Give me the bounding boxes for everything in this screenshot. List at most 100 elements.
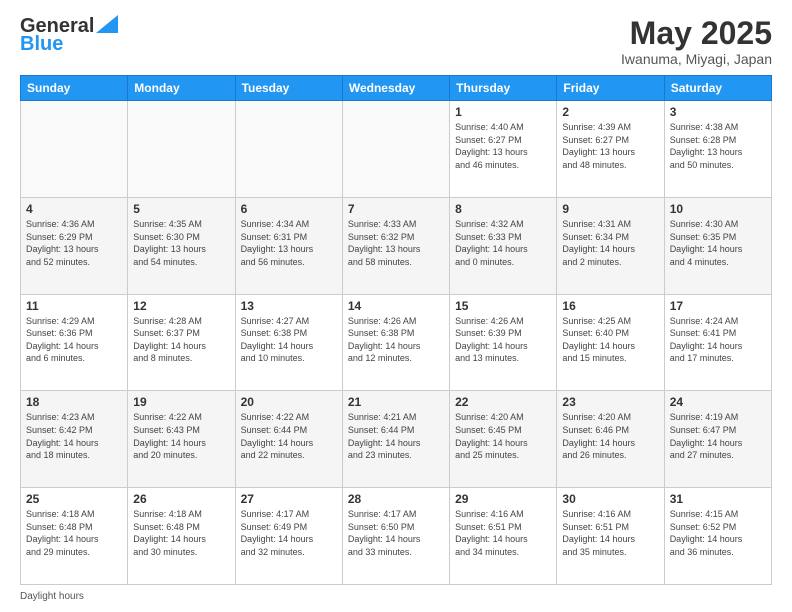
day-info: Sunrise: 4:25 AM Sunset: 6:40 PM Dayligh… (562, 315, 658, 365)
col-header-thursday: Thursday (450, 76, 557, 101)
day-info: Sunrise: 4:29 AM Sunset: 6:36 PM Dayligh… (26, 315, 122, 365)
day-info: Sunrise: 4:18 AM Sunset: 6:48 PM Dayligh… (133, 508, 229, 558)
day-cell: 22 Sunrise: 4:20 AM Sunset: 6:45 PM Dayli… (450, 391, 557, 488)
day-cell (342, 101, 449, 198)
day-info: Sunrise: 4:40 AM Sunset: 6:27 PM Dayligh… (455, 121, 551, 171)
day-cell: 17Sunrise: 4:24 AM Sunset: 6:41 PM Dayli… (664, 294, 771, 391)
day-info: Sunrise: 4:38 AM Sunset: 6:28 PM Dayligh… (670, 121, 766, 171)
day-info: Sunrise: 4:30 AM Sunset: 6:35 PM Dayligh… (670, 218, 766, 268)
day-info: Sunrise: 4:16 AM Sunset: 6:51 PM Dayligh… (562, 508, 658, 558)
day-cell (128, 101, 235, 198)
day-cell: 16Sunrise: 4:25 AM Sunset: 6:40 PM Dayli… (557, 294, 664, 391)
day-info: Sunrise: 4:26 AM Sunset: 6:38 PM Dayligh… (348, 315, 444, 365)
header-row: SundayMondayTuesdayWednesdayThursdayFrid… (21, 76, 772, 101)
day-number: 22 (455, 395, 551, 409)
col-header-saturday: Saturday (664, 76, 771, 101)
day-cell: 10Sunrise: 4:30 AM Sunset: 6:35 PM Dayli… (664, 197, 771, 294)
calendar-header: SundayMondayTuesdayWednesdayThursdayFrid… (21, 76, 772, 101)
day-cell: 30 Sunrise: 4:16 AM Sunset: 6:51 PM Dayli… (557, 488, 664, 585)
day-cell: 12 Sunrise: 4:28 AM Sunset: 6:37 PM Dayli… (128, 294, 235, 391)
day-number: 15 (455, 299, 551, 313)
day-number: 31 (670, 492, 766, 506)
logo-blue: Blue (20, 34, 63, 54)
day-cell: 9 Sunrise: 4:31 AM Sunset: 6:34 PM Daylig… (557, 197, 664, 294)
day-info: Sunrise: 4:17 AM Sunset: 6:49 PM Dayligh… (241, 508, 337, 558)
day-info: Sunrise: 4:36 AM Sunset: 6:29 PM Dayligh… (26, 218, 122, 268)
day-cell: 29 Sunrise: 4:16 AM Sunset: 6:51 PM Dayli… (450, 488, 557, 585)
day-cell: 20 Sunrise: 4:22 AM Sunset: 6:44 PM Dayli… (235, 391, 342, 488)
day-cell: 1 Sunrise: 4:40 AM Sunset: 6:27 PM Daylig… (450, 101, 557, 198)
day-number: 11 (26, 299, 122, 313)
day-cell: 3Sunrise: 4:38 AM Sunset: 6:28 PM Daylig… (664, 101, 771, 198)
day-number: 23 (562, 395, 658, 409)
day-number: 1 (455, 105, 551, 119)
day-cell: 15 Sunrise: 4:26 AM Sunset: 6:39 PM Dayli… (450, 294, 557, 391)
day-number: 19 (133, 395, 229, 409)
col-header-friday: Friday (557, 76, 664, 101)
day-number: 5 (133, 202, 229, 216)
page: General Blue May 2025 Iwanuma, Miyagi, J… (0, 0, 792, 612)
day-cell: 27 Sunrise: 4:17 AM Sunset: 6:49 PM Dayli… (235, 488, 342, 585)
col-header-tuesday: Tuesday (235, 76, 342, 101)
day-number: 25 (26, 492, 122, 506)
day-number: 14 (348, 299, 444, 313)
day-info: Sunrise: 4:22 AM Sunset: 6:44 PM Dayligh… (241, 411, 337, 461)
day-number: 24 (670, 395, 766, 409)
day-number: 21 (348, 395, 444, 409)
day-cell: 28 Sunrise: 4:17 AM Sunset: 6:50 PM Dayli… (342, 488, 449, 585)
day-cell (235, 101, 342, 198)
day-info: Sunrise: 4:26 AM Sunset: 6:39 PM Dayligh… (455, 315, 551, 365)
day-number: 7 (348, 202, 444, 216)
logo-icon (96, 15, 118, 33)
day-info: Sunrise: 4:32 AM Sunset: 6:33 PM Dayligh… (455, 218, 551, 268)
week-row-2: 4 Sunrise: 4:36 AM Sunset: 6:29 PM Daylig… (21, 197, 772, 294)
day-info: Sunrise: 4:28 AM Sunset: 6:37 PM Dayligh… (133, 315, 229, 365)
day-info: Sunrise: 4:17 AM Sunset: 6:50 PM Dayligh… (348, 508, 444, 558)
day-number: 27 (241, 492, 337, 506)
day-cell: 31 Sunrise: 4:15 AM Sunset: 6:52 PM Dayli… (664, 488, 771, 585)
day-cell: 6Sunrise: 4:34 AM Sunset: 6:31 PM Daylig… (235, 197, 342, 294)
day-info: Sunrise: 4:22 AM Sunset: 6:43 PM Dayligh… (133, 411, 229, 461)
day-number: 12 (133, 299, 229, 313)
week-row-5: 25 Sunrise: 4:18 AM Sunset: 6:48 PM Dayli… (21, 488, 772, 585)
day-cell: 21 Sunrise: 4:21 AM Sunset: 6:44 PM Dayli… (342, 391, 449, 488)
title-section: May 2025 Iwanuma, Miyagi, Japan (621, 16, 772, 67)
col-header-wednesday: Wednesday (342, 76, 449, 101)
day-number: 13 (241, 299, 337, 313)
day-info: Sunrise: 4:35 AM Sunset: 6:30 PM Dayligh… (133, 218, 229, 268)
day-number: 2 (562, 105, 658, 119)
day-info: Sunrise: 4:20 AM Sunset: 6:45 PM Dayligh… (455, 411, 551, 461)
day-info: Sunrise: 4:15 AM Sunset: 6:52 PM Dayligh… (670, 508, 766, 558)
day-cell: 4 Sunrise: 4:36 AM Sunset: 6:29 PM Daylig… (21, 197, 128, 294)
day-cell (21, 101, 128, 198)
day-cell: 25Sunrise: 4:18 AM Sunset: 6:48 PM Dayli… (21, 488, 128, 585)
header: General Blue May 2025 Iwanuma, Miyagi, J… (20, 16, 772, 67)
day-info: Sunrise: 4:19 AM Sunset: 6:47 PM Dayligh… (670, 411, 766, 461)
main-title: May 2025 (621, 16, 772, 51)
day-cell: 11 Sunrise: 4:29 AM Sunset: 6:36 PM Dayli… (21, 294, 128, 391)
day-number: 20 (241, 395, 337, 409)
day-number: 18 (26, 395, 122, 409)
day-number: 6 (241, 202, 337, 216)
week-row-4: 18 Sunrise: 4:23 AM Sunset: 6:42 PM Dayli… (21, 391, 772, 488)
day-info: Sunrise: 4:21 AM Sunset: 6:44 PM Dayligh… (348, 411, 444, 461)
day-cell: 24 Sunrise: 4:19 AM Sunset: 6:47 PM Dayli… (664, 391, 771, 488)
day-number: 29 (455, 492, 551, 506)
footer: Daylight hours (20, 591, 772, 602)
week-row-3: 11 Sunrise: 4:29 AM Sunset: 6:36 PM Dayli… (21, 294, 772, 391)
day-info: Sunrise: 4:33 AM Sunset: 6:32 PM Dayligh… (348, 218, 444, 268)
day-info: Sunrise: 4:20 AM Sunset: 6:46 PM Dayligh… (562, 411, 658, 461)
day-cell: 5 Sunrise: 4:35 AM Sunset: 6:30 PM Daylig… (128, 197, 235, 294)
col-header-sunday: Sunday (21, 76, 128, 101)
subtitle: Iwanuma, Miyagi, Japan (621, 51, 772, 67)
calendar-body: 1 Sunrise: 4:40 AM Sunset: 6:27 PM Daylig… (21, 101, 772, 585)
day-number: 9 (562, 202, 658, 216)
day-number: 4 (26, 202, 122, 216)
day-info: Sunrise: 4:31 AM Sunset: 6:34 PM Dayligh… (562, 218, 658, 268)
day-cell: 8Sunrise: 4:32 AM Sunset: 6:33 PM Daylig… (450, 197, 557, 294)
day-number: 28 (348, 492, 444, 506)
day-info: Sunrise: 4:23 AM Sunset: 6:42 PM Dayligh… (26, 411, 122, 461)
day-info: Sunrise: 4:16 AM Sunset: 6:51 PM Dayligh… (455, 508, 551, 558)
day-info: Sunrise: 4:24 AM Sunset: 6:41 PM Dayligh… (670, 315, 766, 365)
day-number: 30 (562, 492, 658, 506)
